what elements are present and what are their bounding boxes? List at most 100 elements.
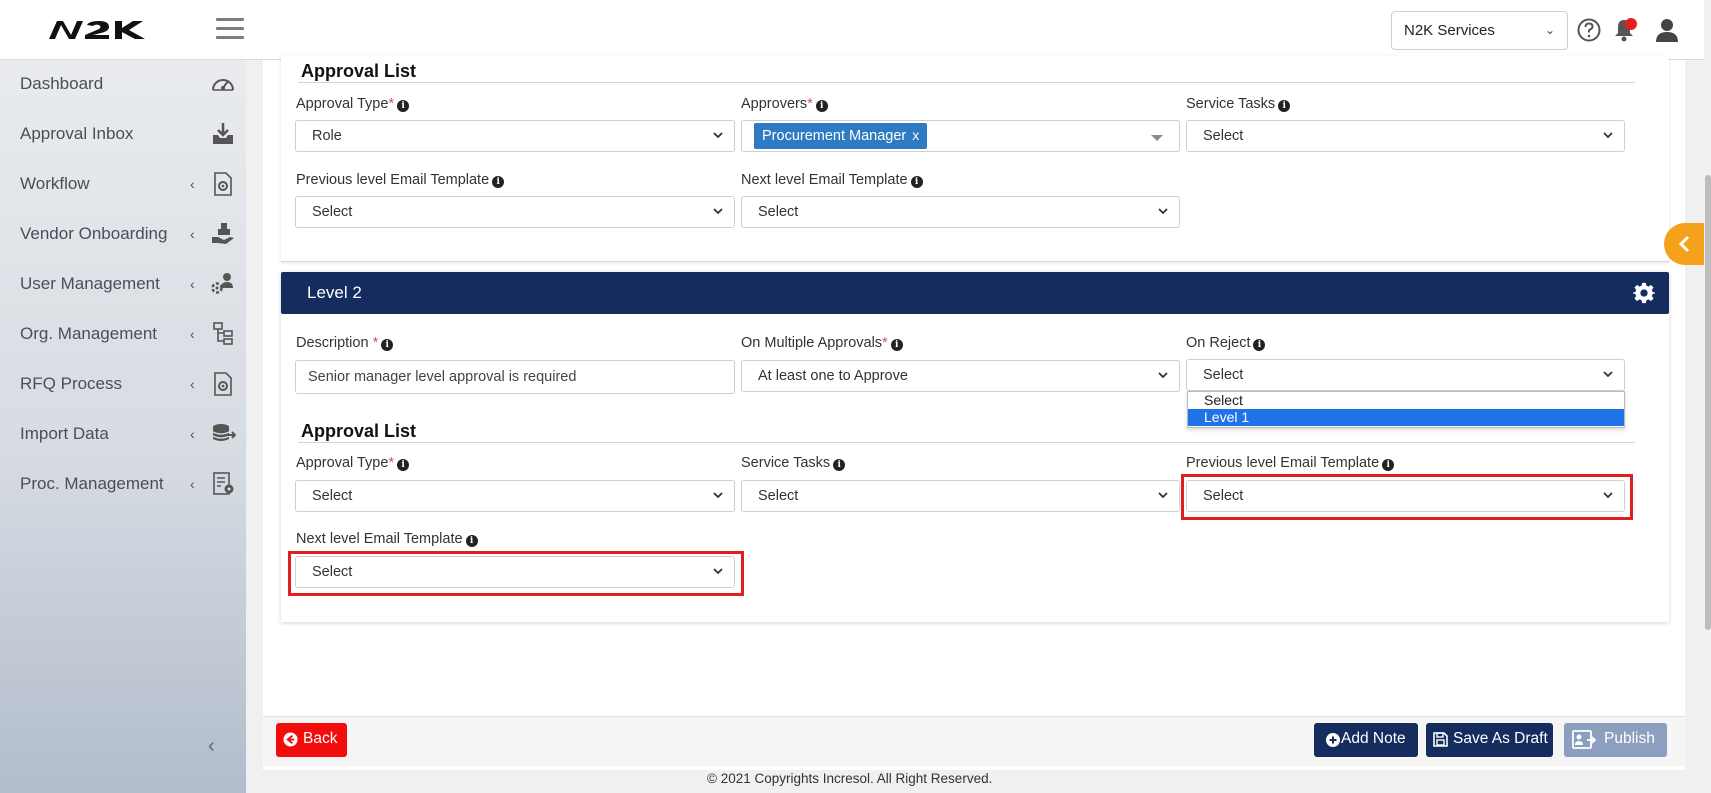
approvers-label: Approvers* i [741, 96, 828, 112]
hierarchy-icon [213, 322, 233, 345]
next-email-template-select[interactable]: Select [741, 196, 1180, 228]
scrollbar[interactable] [1704, 0, 1711, 793]
service-tasks-select[interactable]: Select [741, 480, 1180, 512]
save-as-draft-button[interactable]: Save As Draft [1426, 723, 1553, 757]
level-2-header: Level 2 [281, 272, 1669, 314]
sidebar-item-user-management[interactable]: User Management ‹ [0, 265, 246, 305]
info-icon: i [910, 176, 923, 188]
chevron-down-icon [1603, 371, 1613, 378]
next-email-template-label: Next level Email Template i [296, 531, 478, 547]
on-multiple-approvals-label: On Multiple Approvals* i [741, 335, 903, 351]
chevron-down-icon [1158, 492, 1168, 499]
scrollbar-thumb[interactable] [1705, 175, 1711, 630]
chevron-down-icon [1158, 372, 1168, 379]
remove-tag-icon[interactable]: x [912, 127, 919, 143]
sidebar-collapse-icon[interactable]: ‹ [208, 735, 215, 758]
chevron-left-icon: ‹ [190, 276, 195, 292]
level-title: Level 2 [307, 283, 362, 302]
prev-email-template-label: Previous level Email Template i [296, 172, 505, 188]
divider [298, 442, 1635, 443]
help-icon[interactable] [1576, 17, 1602, 43]
info-icon: i [465, 535, 478, 547]
users-gear-icon [211, 273, 233, 294]
chevron-left-icon: ‹ [190, 476, 195, 492]
dropdown-option-selected[interactable]: Level 1 [1188, 409, 1624, 426]
chevron-down-icon [713, 492, 723, 499]
service-tasks-label: Service Tasks i [1186, 96, 1291, 112]
info-icon: i [1278, 100, 1291, 112]
approval-list-title: Approval List [301, 61, 417, 81]
on-reject-dropdown: Select Level 1 [1187, 391, 1625, 428]
caret-down-icon [1151, 135, 1163, 141]
chevron-down-icon [713, 568, 723, 575]
prev-email-template-select[interactable]: Select [1186, 480, 1625, 512]
description-label: Description * i [296, 335, 394, 351]
chevron-down-icon [713, 208, 723, 215]
sidebar-item-vendor-onboarding[interactable]: Vendor Onboarding ‹ [0, 215, 246, 255]
organization-select[interactable]: N2K Services ⌄ [1391, 11, 1568, 50]
description-input[interactable]: Senior manager level approval is require… [295, 360, 735, 394]
hand-boxes-icon [212, 223, 234, 244]
level-1-card [281, 56, 1669, 262]
menu-toggle-icon[interactable] [216, 18, 244, 42]
sidebar-item-rfq-process[interactable]: RFQ Process ‹ [0, 365, 246, 405]
copyright-text: © 2021 Copyrights Incresol. All Right Re… [707, 771, 993, 786]
gauge-icon [212, 79, 234, 91]
chevron-down-icon [1158, 208, 1168, 215]
document-settings-icon [213, 472, 234, 495]
document-gear-icon [214, 372, 232, 396]
inbox-download-icon [213, 123, 233, 144]
side-panel-toggle[interactable] [1664, 223, 1706, 265]
document-gear-icon [214, 172, 232, 196]
chevron-left-icon: ‹ [190, 226, 195, 242]
n2k-logo[interactable] [47, 17, 167, 43]
sidebar: Dashboard Approval Inbox Workflow ‹ Vend… [0, 60, 246, 793]
approval-type-select[interactable]: Select [295, 480, 735, 512]
service-tasks-select[interactable]: Select [1186, 120, 1625, 152]
on-reject-select[interactable]: Select [1186, 359, 1625, 391]
info-icon: i [815, 100, 828, 112]
chevron-left-icon: ‹ [190, 176, 195, 192]
sidebar-item-import-data[interactable]: Import Data ‹ [0, 415, 246, 455]
sidebar-item-approval-inbox[interactable]: Approval Inbox [0, 115, 246, 155]
database-import-icon [212, 424, 236, 441]
plus-circle-icon [1326, 733, 1340, 747]
prev-email-template-label: Previous level Email Template i [1186, 455, 1395, 471]
publish-icon [1572, 730, 1596, 749]
chevron-left-icon: ‹ [190, 326, 195, 342]
sidebar-item-proc-management[interactable]: Proc. Management ‹ [0, 465, 246, 505]
chevron-left-icon: ‹ [190, 376, 195, 392]
chevron-down-icon [1603, 492, 1613, 499]
on-reject-label: On Reject i [1186, 335, 1266, 351]
chevron-down-icon [713, 132, 723, 139]
service-tasks-label: Service Tasks i [741, 455, 846, 471]
info-icon: i [381, 339, 394, 351]
sidebar-item-org-management[interactable]: Org. Management ‹ [0, 315, 246, 355]
next-email-template-select[interactable]: Select [295, 556, 735, 588]
sidebar-item-dashboard[interactable]: Dashboard [0, 65, 246, 105]
user-profile-icon[interactable] [1654, 17, 1680, 43]
info-icon: i [1253, 339, 1266, 351]
info-icon: i [492, 176, 505, 188]
chevron-down-icon: ⌄ [1544, 23, 1555, 37]
circle-arrow-left-icon [283, 732, 298, 747]
chevron-down-icon [1603, 132, 1613, 139]
info-icon: i [397, 459, 410, 471]
notification-bell-icon[interactable] [1611, 17, 1637, 43]
prev-email-template-select[interactable]: Select [295, 196, 735, 228]
dropdown-option[interactable]: Select [1188, 392, 1624, 409]
info-icon: i [833, 459, 846, 471]
sidebar-item-workflow[interactable]: Workflow ‹ [0, 165, 246, 205]
approval-type-label: Approval Type* i [296, 455, 410, 471]
publish-button[interactable]: Publish [1564, 723, 1667, 757]
approval-list-title: Approval List [301, 421, 417, 441]
add-note-button[interactable]: Add Note [1314, 723, 1418, 757]
back-button[interactable]: Back [276, 723, 347, 757]
info-icon: i [397, 100, 410, 112]
gear-icon[interactable] [1633, 282, 1655, 304]
approval-type-label: Approval Type* i [296, 96, 410, 112]
approval-type-select[interactable]: Role [295, 120, 735, 152]
save-disk-icon [1433, 732, 1448, 747]
on-multiple-approvals-select[interactable]: At least one to Approve [741, 360, 1180, 392]
approver-tag: Procurement Manager x [754, 123, 928, 149]
